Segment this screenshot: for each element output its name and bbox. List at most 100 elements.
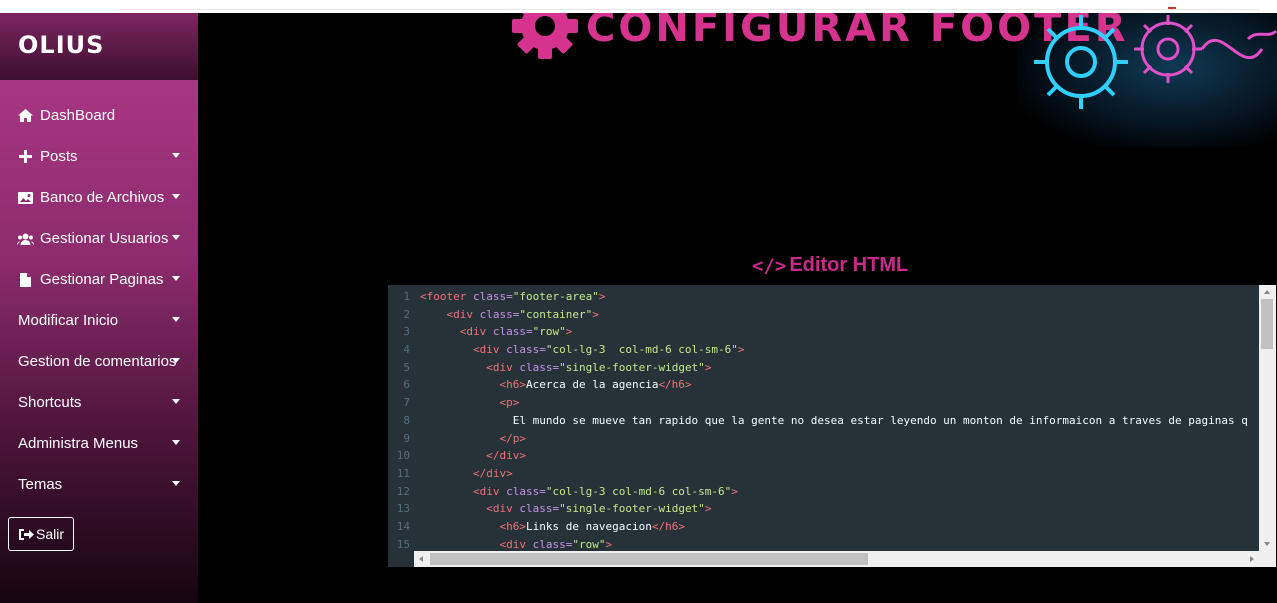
code-token: </div>: [472, 466, 513, 480]
code-line[interactable]: 13 <div class="single-footer-widget">: [388, 500, 1258, 518]
code-token: Acerca de la agencia: [525, 378, 659, 392]
line-number: 1: [403, 290, 410, 303]
line-number: 2: [403, 307, 410, 321]
code-token: >: [598, 290, 606, 303]
code-line[interactable]: 9 </p>: [388, 430, 1258, 448]
chevron-down-icon[interactable]: [172, 317, 180, 322]
line-number: 12: [396, 484, 410, 498]
sidebar-item-modificar-inicio[interactable]: Modificar Inicio: [0, 300, 198, 341]
code-line[interactable]: 4 <div class="col-lg-3 col-md-6 col-sm-6…: [388, 341, 1258, 359]
sidebar-item-administra-menus[interactable]: Administra Menus: [0, 423, 198, 464]
code-line[interactable]: 3 <div class="row">: [388, 323, 1258, 341]
vertical-scroll-thumb[interactable]: [1261, 299, 1273, 349]
sidebar-item-temas[interactable]: Temas: [0, 464, 198, 505]
top-indicator: [1168, 7, 1176, 9]
code-line[interactable]: 6 <h6>Acerca de la agencia</h6>: [388, 376, 1258, 394]
sidebar-item-label: Modificar Inicio: [18, 312, 119, 329]
chevron-down-icon[interactable]: [172, 440, 180, 445]
code-line[interactable]: 1 <footer class="footer-area">: [388, 288, 1258, 306]
code-token: "col-lg-3 col-md-6 col-sm-6": [545, 484, 732, 498]
code-token: >: [592, 307, 599, 321]
code-token: <div: [486, 502, 520, 516]
horizontal-scrollbar[interactable]: [414, 551, 1276, 567]
line-number: 4: [403, 343, 410, 357]
line-number: 7: [403, 396, 410, 410]
code-line[interactable]: 14 <h6>Links de navegacion</h6>: [388, 518, 1258, 536]
plus-icon: [16, 149, 34, 165]
brand-logo[interactable]: OLIUS: [18, 31, 104, 59]
chevron-down-icon[interactable]: [172, 399, 180, 404]
code-token: "single-footer-widget": [559, 502, 705, 516]
code-token: "row": [532, 325, 566, 339]
vertical-scrollbar[interactable]: [1259, 285, 1276, 551]
code-token: <div: [486, 360, 520, 374]
chevron-down-icon[interactable]: [172, 153, 180, 158]
sidebar-item-dashboard[interactable]: DashBoard: [0, 95, 198, 136]
code-token: </div>: [486, 449, 526, 463]
code-area[interactable]: 1 <footer class="footer-area"> 2 <div clas…: [388, 288, 1258, 552]
chevron-down-icon[interactable]: [172, 235, 180, 240]
sidebar-item-label: Shortcuts: [18, 394, 82, 411]
chevron-down-icon[interactable]: [172, 276, 180, 281]
code-token: "container": [519, 307, 593, 321]
image-icon: [16, 190, 34, 206]
code-token: </h6>: [651, 519, 685, 533]
html-code-editor[interactable]: 1 <footer class="footer-area"> 2 <div clas…: [388, 285, 1276, 567]
code-token: >: [704, 360, 712, 374]
code-line[interactable]: 7 <p>: [388, 394, 1258, 412]
sidebar-item-gestion-de-comentarios[interactable]: Gestion de comentarios: [0, 341, 198, 382]
sign-out-icon: [18, 528, 34, 541]
sidebar-item-gestionar-paginas[interactable]: Gestionar Paginas: [0, 259, 198, 300]
browser-top-strip: [0, 0, 1277, 13]
gear-icon: [1034, 15, 1128, 109]
code-line[interactable]: 2 <div class="container">: [388, 306, 1258, 324]
horizontal-scroll-thumb[interactable]: [430, 553, 868, 565]
code-line[interactable]: 8 El mundo se mueve tan rapido que la ge…: [388, 412, 1258, 430]
line-number: 15: [396, 537, 410, 551]
logout-button[interactable]: Salir: [8, 517, 74, 551]
top-divider: [120, 9, 1260, 10]
chevron-down-icon[interactable]: [172, 481, 180, 486]
code-token: <div: [499, 537, 533, 551]
chevron-down-icon[interactable]: [172, 358, 180, 363]
scroll-up-arrow-icon[interactable]: [1264, 290, 1270, 294]
code-line[interactable]: 15 <div class="row">: [388, 536, 1258, 552]
scroll-right-arrow-icon[interactable]: [1250, 556, 1254, 562]
sidebar-item-banco-de-archivos[interactable]: Banco de Archivos: [0, 177, 198, 218]
code-icon: </>: [752, 254, 787, 277]
code-token: "col-lg-3 col-md-6 col-sm-6": [545, 343, 738, 357]
sidebar-item-gestionar-usuarios[interactable]: Gestionar Usuarios: [0, 218, 198, 259]
code-line[interactable]: 12 <div class="col-lg-3 col-md-6 col-sm-…: [388, 483, 1258, 501]
code-token: >: [704, 502, 712, 516]
line-number: 5: [403, 360, 410, 374]
line-number: 13: [396, 502, 410, 516]
line-number: 11: [396, 466, 410, 480]
sidebar-item-shortcuts[interactable]: Shortcuts: [0, 382, 198, 423]
scroll-left-arrow-icon[interactable]: [419, 556, 423, 562]
scroll-down-arrow-icon[interactable]: [1264, 542, 1270, 546]
sidebar-item-label: Posts: [40, 148, 78, 165]
code-token: class=: [472, 290, 513, 303]
code-token: "single-footer-widget": [559, 360, 705, 374]
code-line[interactable]: 5 <div class="single-footer-widget">: [388, 359, 1258, 377]
code-token: "footer-area": [512, 290, 599, 303]
code-token: class=: [532, 537, 573, 551]
sidebar-item-label: Banco de Archivos: [40, 189, 165, 206]
chevron-down-icon[interactable]: [172, 194, 180, 199]
code-token: class=: [519, 502, 560, 516]
sidebar-item-posts[interactable]: Posts: [0, 136, 198, 177]
code-token: class=: [506, 484, 546, 498]
code-token: El mundo se mueve tan rapido que la gent…: [512, 413, 1248, 427]
code-token: >: [737, 343, 745, 357]
code-line[interactable]: 10 </div>: [388, 447, 1258, 465]
code-line[interactable]: 11 </div>: [388, 465, 1258, 483]
